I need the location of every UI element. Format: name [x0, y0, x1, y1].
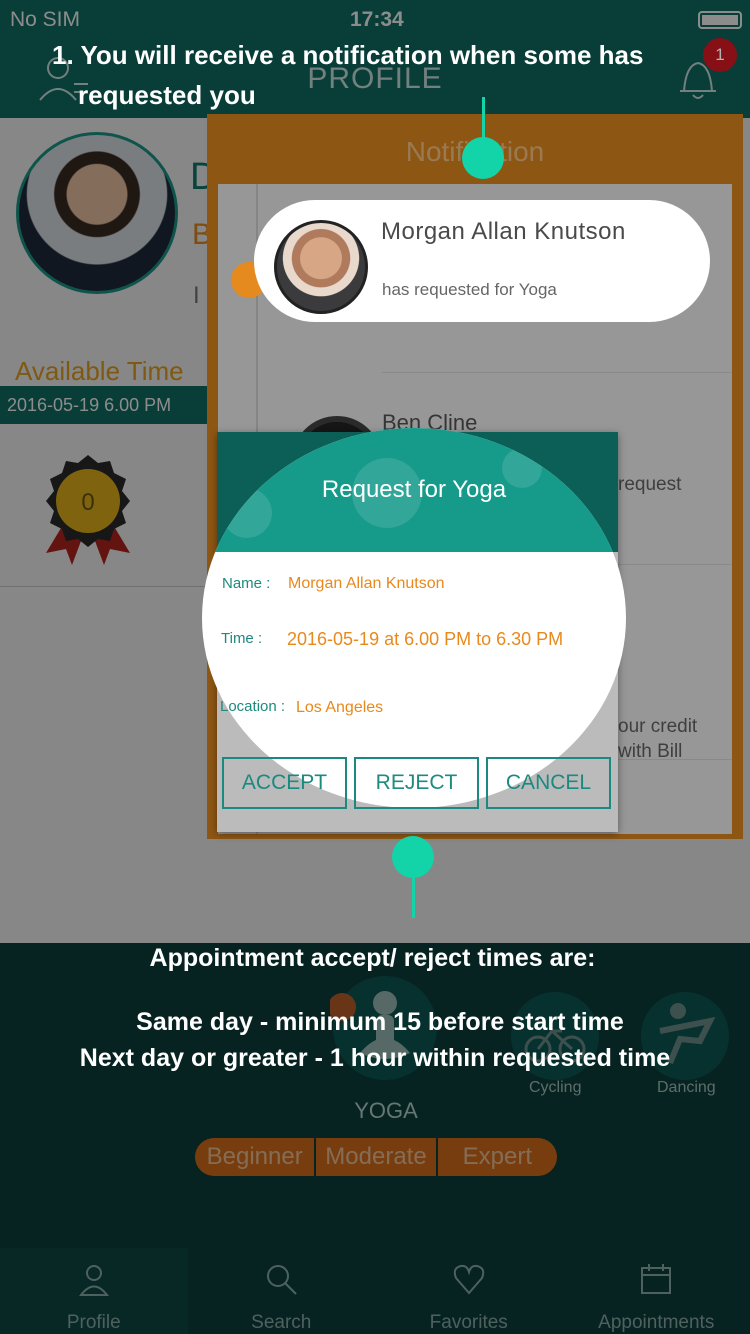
callout-line	[412, 872, 415, 918]
cancel-button[interactable]: CANCEL	[486, 757, 611, 809]
name-label: Name :	[222, 575, 271, 592]
location-label: Location :	[220, 698, 286, 715]
caption-line: 1. You will receive a notification when …	[52, 40, 644, 70]
name-value: Morgan Allan Knutson	[288, 575, 445, 592]
list-separator	[382, 372, 732, 373]
reject-button[interactable]: REJECT	[354, 757, 479, 809]
caption-line: Same day - minimum 15 before start time	[136, 1008, 624, 1036]
notification-badge: 1	[703, 38, 737, 72]
app-screen: No SIM 17:34 PROFILE D B I Available Tim…	[0, 0, 750, 1334]
notification-subtitle: has requested for Yoga	[382, 280, 557, 299]
avatar	[274, 220, 368, 314]
caption-line: requested you	[78, 80, 256, 110]
magnifier-lens: Request for Yoga	[202, 428, 626, 808]
callout-marker	[462, 137, 504, 179]
notification-text-fragment: our credit	[618, 716, 698, 737]
accept-button[interactable]: ACCEPT	[222, 757, 347, 809]
dialog-header: Request for Yoga	[202, 428, 626, 552]
caption-line: Appointment accept/ reject times are:	[149, 944, 596, 972]
time-label: Time :	[221, 630, 263, 647]
notification-name: Morgan Allan Knutson	[381, 218, 626, 245]
notification-text-fragment: request	[618, 474, 682, 495]
time-value: 2016-05-19 at 6.00 PM to 6.30 PM	[287, 629, 564, 649]
location-value: Los Angeles	[296, 699, 384, 716]
caption-line: Next day or greater - 1 hour within requ…	[79, 1044, 671, 1072]
dialog-title: Request for Yoga	[321, 476, 507, 503]
highlighted-notification[interactable]: Morgan Allan Knutson has requested for Y…	[254, 200, 710, 322]
